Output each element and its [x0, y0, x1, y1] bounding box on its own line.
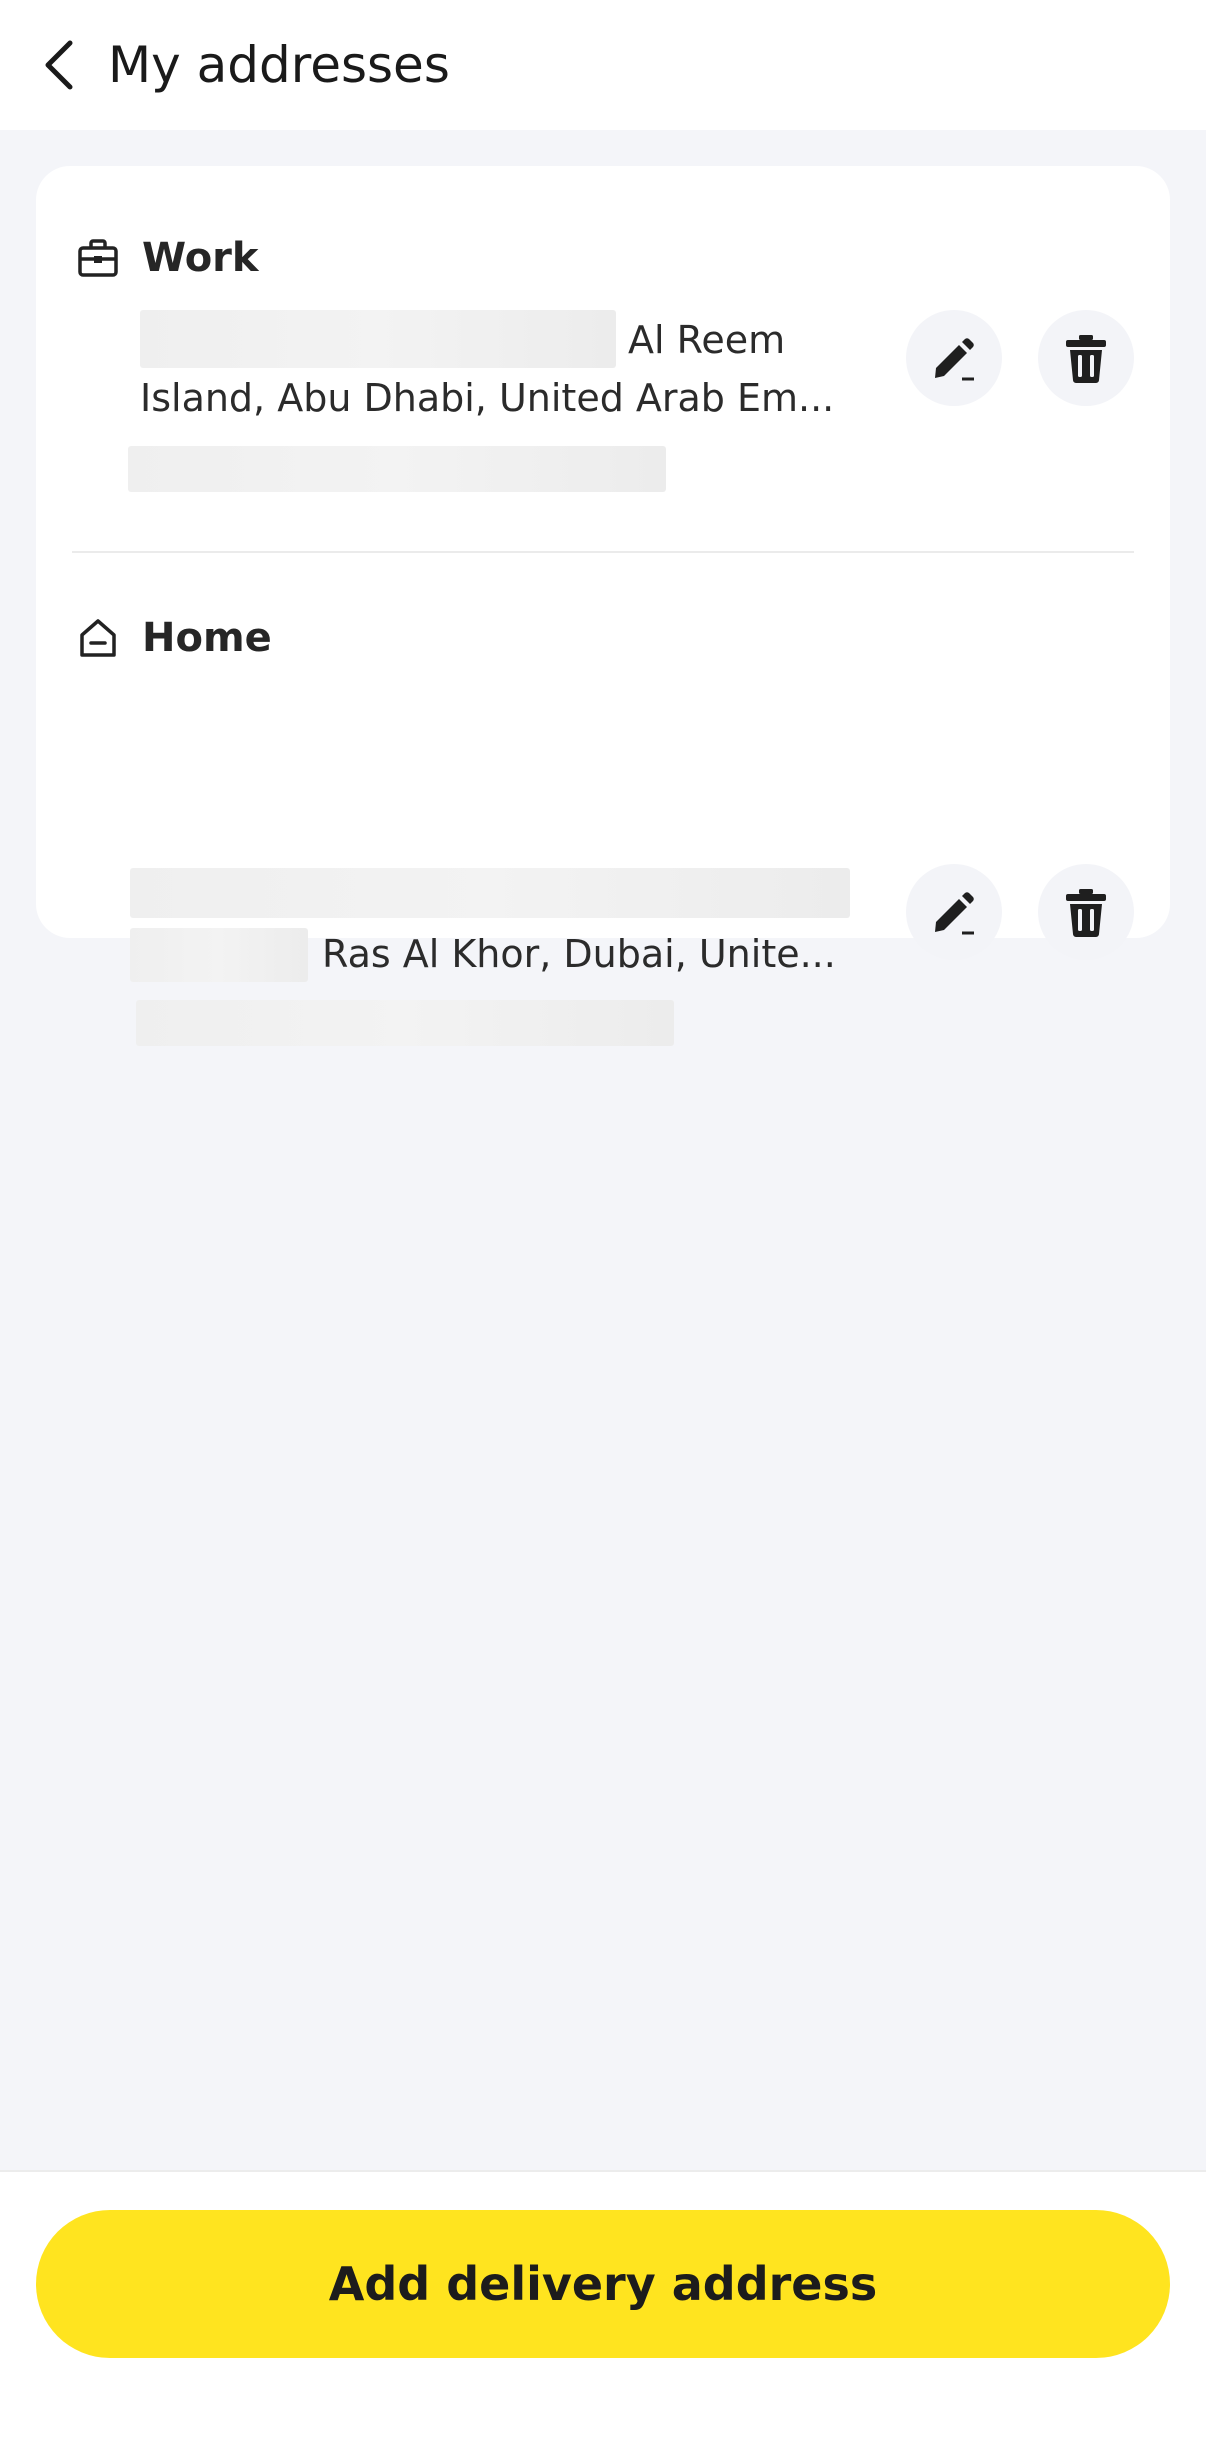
chevron-left-icon — [45, 40, 73, 90]
page-title: My addresses — [108, 36, 450, 94]
address-list-card: Work Al Reem Island, Abu Dhabi, United A… — [36, 166, 1170, 1046]
pencil-icon — [935, 892, 974, 935]
back-button[interactable] — [30, 30, 90, 100]
redacted-block-a — [130, 868, 850, 918]
address-line-2: Ras Al Khor, Dubai, Unite... — [322, 932, 836, 976]
home-icon — [76, 616, 120, 660]
edit-address-button[interactable] — [906, 864, 1002, 960]
address-label: Home — [142, 615, 272, 661]
address-item-home[interactable]: Home Ras Al Khor, Dubai, Unite... — [36, 552, 1170, 1046]
redacted-block-c — [136, 1000, 674, 1046]
trash-icon — [1066, 889, 1106, 937]
address-label: Work — [142, 235, 259, 281]
bottom-action-bar: Add delivery address — [0, 2170, 1206, 2458]
redacted-text — [140, 310, 616, 368]
redacted-text — [128, 446, 666, 492]
address-label-row: Home — [76, 608, 272, 668]
edit-address-button[interactable] — [906, 310, 1002, 406]
address-line-1: Al Reem — [628, 318, 786, 362]
delete-address-button[interactable] — [1038, 310, 1134, 406]
address-item-work[interactable]: Work Al Reem Island, Abu Dhabi, United A… — [36, 166, 1170, 552]
delete-address-button[interactable] — [1038, 864, 1134, 960]
trash-icon — [1066, 335, 1106, 383]
address-line-2: Island, Abu Dhabi, United Arab Em... — [140, 376, 835, 420]
app-header: My addresses — [0, 0, 1206, 130]
redacted-block-b — [130, 928, 308, 982]
briefcase-icon — [76, 236, 120, 280]
address-label-row: Work — [76, 228, 259, 288]
pencil-icon — [935, 338, 974, 381]
add-delivery-address-button[interactable]: Add delivery address — [36, 2210, 1170, 2358]
my-addresses-screen: My addresses Work Al Reem Island, Abu Dh… — [0, 0, 1206, 2458]
